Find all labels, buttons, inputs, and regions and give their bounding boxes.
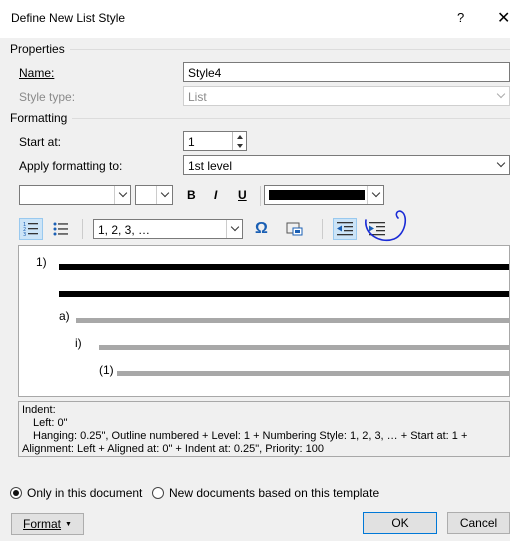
description-line-2: Left: 0" bbox=[33, 417, 68, 429]
number-style-dropdown-icon[interactable] bbox=[226, 220, 242, 238]
properties-header: Properties bbox=[10, 42, 65, 56]
radio-only-this-document-label: Only in this document bbox=[27, 486, 143, 500]
font-size-select[interactable] bbox=[135, 185, 173, 205]
name-input[interactable]: Style4 bbox=[183, 62, 510, 82]
underline-button[interactable]: U bbox=[238, 188, 247, 202]
preview-level1-line-2 bbox=[59, 291, 509, 297]
description-line-4: Alignment: Left + Aligned at: 0" + Inden… bbox=[22, 443, 324, 455]
start-at-value: 1 bbox=[188, 135, 195, 149]
toolbar-divider-3 bbox=[322, 219, 323, 239]
cancel-button[interactable]: Cancel bbox=[447, 512, 510, 534]
insert-picture-icon[interactable] bbox=[283, 218, 307, 240]
start-at-spinner[interactable] bbox=[232, 132, 246, 150]
formatting-header: Formatting bbox=[10, 111, 68, 125]
style-description: Indent: Left: 0" Hanging: 0.25", Outline… bbox=[18, 401, 510, 457]
spin-up-icon[interactable] bbox=[233, 132, 246, 141]
number-style-value: 1, 2, 3, … bbox=[98, 223, 151, 237]
apply-formatting-select[interactable]: 1st level bbox=[183, 155, 510, 175]
radio-only-this-document[interactable]: Only in this document bbox=[10, 486, 142, 500]
style-type-dropdown-icon bbox=[493, 87, 509, 105]
start-at-label: Start at: bbox=[19, 135, 62, 149]
format-dropdown-icon: ▼ bbox=[65, 520, 72, 528]
preview-level4-number: (1) bbox=[99, 363, 114, 377]
number-style-select[interactable]: 1, 2, 3, … bbox=[93, 219, 243, 239]
start-at-stepper[interactable]: 1 bbox=[183, 131, 247, 151]
bullets-icon[interactable] bbox=[49, 218, 73, 240]
radio-new-documents-label: New documents based on this template bbox=[169, 486, 380, 500]
preview-level3-number: i) bbox=[75, 336, 82, 350]
font-size-dropdown-icon[interactable] bbox=[156, 186, 172, 204]
dialog-title: Define New List Style bbox=[11, 11, 126, 25]
list-preview: 1) a) i) (1) bbox=[18, 245, 510, 397]
properties-separator bbox=[70, 49, 510, 50]
spin-down-icon[interactable] bbox=[233, 141, 246, 150]
help-button[interactable]: ? bbox=[457, 10, 464, 25]
ok-button[interactable]: OK bbox=[363, 512, 437, 534]
formatting-separator bbox=[72, 118, 510, 119]
font-color-swatch bbox=[269, 190, 365, 200]
preview-level4-line bbox=[117, 371, 509, 376]
style-type-select: List bbox=[183, 86, 510, 106]
format-button[interactable]: Format ▼ bbox=[11, 513, 84, 535]
preview-level1-line bbox=[59, 264, 509, 270]
description-line-1: Indent: bbox=[22, 404, 56, 416]
svg-text:3: 3 bbox=[23, 232, 26, 237]
preview-level2-line bbox=[76, 318, 509, 323]
bold-button[interactable]: B bbox=[187, 188, 196, 202]
name-label: Name: bbox=[19, 66, 54, 80]
preview-level2-number: a) bbox=[59, 309, 70, 323]
decrease-indent-icon[interactable] bbox=[333, 218, 357, 240]
apply-formatting-dropdown-icon[interactable] bbox=[493, 156, 509, 174]
numbering-icon[interactable]: 1 2 3 bbox=[19, 218, 43, 240]
preview-level1-number: 1) bbox=[36, 255, 47, 269]
style-type-value: List bbox=[188, 90, 207, 104]
font-color-select[interactable] bbox=[264, 185, 384, 205]
italic-button[interactable]: I bbox=[214, 188, 217, 202]
radio-unselected-icon[interactable] bbox=[152, 487, 164, 499]
close-button[interactable]: ✕ bbox=[497, 8, 510, 28]
toolbar-divider bbox=[260, 186, 261, 206]
name-label-text: Name: bbox=[19, 66, 55, 80]
radio-new-documents[interactable]: New documents based on this template bbox=[152, 486, 379, 500]
toolbar-divider-2 bbox=[82, 219, 83, 239]
apply-formatting-value: 1st level bbox=[188, 159, 233, 173]
font-name-dropdown-icon[interactable] bbox=[114, 186, 130, 204]
radio-selected-icon[interactable] bbox=[10, 487, 22, 499]
annotation-circle-icon bbox=[365, 210, 407, 241]
font-name-select[interactable] bbox=[19, 185, 131, 205]
format-button-label: Format bbox=[23, 517, 62, 531]
preview-level3-line bbox=[99, 345, 509, 350]
font-color-dropdown-icon[interactable] bbox=[367, 186, 383, 204]
style-type-label: Style type: bbox=[19, 90, 76, 104]
insert-symbol-icon[interactable]: Ω bbox=[255, 220, 268, 238]
apply-formatting-label: Apply formatting to: bbox=[19, 159, 123, 173]
description-line-3: Hanging: 0.25", Outline numbered + Level… bbox=[33, 430, 468, 442]
